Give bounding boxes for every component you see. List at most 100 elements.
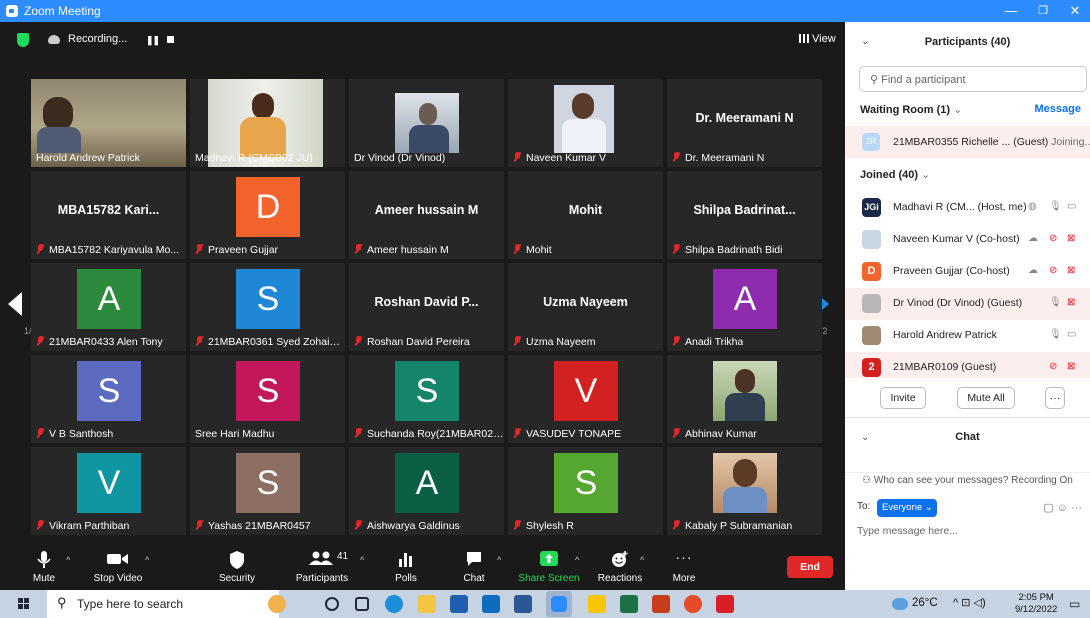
video-tile[interactable]: Mohit Mohit — [508, 171, 663, 259]
chat-message-input[interactable]: Type message here... — [857, 525, 958, 537]
chat-recipient-dropdown[interactable]: Everyone ⌄ — [877, 499, 937, 517]
video-tile[interactable]: MBA15782 Kari... MBA15782 Kariyavula Mo..… — [31, 171, 186, 259]
microphone-icon[interactable]: 🎙 — [1049, 297, 1062, 308]
chat-visibility-notice[interactable]: ⚇ Who can see your messages? Recording O… — [845, 472, 1090, 486]
microphone-icon[interactable]: 🎙 — [1049, 201, 1062, 212]
more-icon[interactable]: ··· — [1071, 502, 1082, 514]
chat-options-caret[interactable]: ^ — [497, 555, 501, 565]
outlook-icon[interactable] — [482, 595, 500, 613]
weather-icon[interactable] — [892, 598, 908, 610]
notification-icon[interactable]: ▭ — [1069, 597, 1080, 611]
participant-row[interactable]: Harold Andrew Patrick 🎙 ▭ — [845, 320, 1090, 352]
video-tile[interactable]: S Shylesh R — [508, 447, 663, 535]
sticky-app-icon[interactable] — [588, 595, 606, 613]
previous-page-arrow[interactable] — [8, 292, 22, 316]
file-explorer-icon[interactable] — [418, 595, 436, 613]
video-tile[interactable]: Dr. Meeramani N Dr. Meeramani N — [667, 79, 822, 167]
share-options-caret[interactable]: ^ — [575, 555, 579, 565]
video-tile[interactable]: S 21MBAR0361 Syed Zohaib ... — [190, 263, 345, 351]
video-tile[interactable]: Harold Andrew Patrick — [31, 79, 186, 167]
pause-recording-button[interactable]: ❚❚ — [146, 35, 160, 46]
windows-start-icon[interactable] — [18, 598, 30, 610]
powerpoint-icon[interactable] — [652, 595, 670, 613]
reactions-button[interactable]: Reactions ^ — [597, 543, 644, 590]
microphone-muted-icon[interactable]: ⊘ — [1049, 361, 1057, 372]
task-view-icon[interactable] — [355, 597, 369, 611]
video-tile[interactable]: Shilpa Badrinat... Shilpa Badrinath Bidi — [667, 171, 822, 259]
more-options-button[interactable]: ··· — [1045, 387, 1065, 409]
taskbar-search-box[interactable]: ⚲ Type here to search — [47, 590, 279, 618]
video-off-icon[interactable]: ⊠ — [1067, 233, 1075, 244]
video-tile[interactable]: Abhinav Kumar — [667, 355, 822, 443]
microphone-icon[interactable]: 🎙 — [1049, 329, 1062, 340]
joined-header[interactable]: Joined (40) ⌄ — [860, 168, 930, 181]
participants-button[interactable]: Participants 41 ^ — [293, 543, 364, 590]
video-options-caret[interactable]: ^ — [145, 555, 149, 565]
participant-search-input[interactable]: ⚲ Find a participant — [859, 66, 1087, 92]
system-clock[interactable]: 2:05 PM 9/12/2022 — [1015, 592, 1057, 616]
polls-button[interactable]: Polls — [392, 543, 420, 590]
video-off-icon[interactable]: ⊠ — [1067, 361, 1075, 372]
participant-row[interactable]: Naveen Kumar V (Co-host) ☁ ⊘ ⊠ — [845, 224, 1090, 256]
view-button[interactable]: View — [799, 33, 836, 45]
participant-row[interactable]: Dr Vinod (Dr Vinod) (Guest) 🎙 ⊠ — [845, 288, 1090, 320]
mute-button[interactable]: Mute ^ — [28, 543, 70, 590]
stop-video-button[interactable]: Stop Video ^ — [90, 543, 149, 590]
video-tile[interactable]: Kabaly P Subramanian — [667, 447, 822, 535]
chrome-icon[interactable] — [684, 595, 702, 613]
security-button[interactable]: Security — [216, 543, 258, 590]
video-tile[interactable]: D Praveen Gujjar — [190, 171, 345, 259]
video-tile[interactable]: Ameer hussain M Ameer hussain M — [349, 171, 504, 259]
stop-recording-button[interactable] — [167, 36, 174, 43]
edge-browser-icon[interactable] — [385, 595, 403, 613]
participant-row[interactable]: JGi Madhavi R (CM... (Host, me) ◍ 🎙 ▭ — [845, 192, 1090, 224]
excel-icon[interactable] — [620, 595, 638, 613]
video-tile[interactable]: Dr Vinod (Dr Vinod) — [349, 79, 504, 167]
restore-button[interactable]: ❐ — [1028, 2, 1058, 20]
file-icon[interactable]: ▢ — [1043, 502, 1053, 514]
microphone-muted-icon[interactable]: ⊘ — [1049, 233, 1057, 244]
emoji-icon[interactable]: ☺ — [1057, 502, 1068, 514]
video-off-icon[interactable]: ⊠ — [1067, 297, 1075, 308]
video-tile[interactable]: A Anadi Trikha — [667, 263, 822, 351]
acrobat-icon[interactable] — [716, 595, 734, 613]
search-highlight-icon[interactable] — [268, 595, 286, 613]
video-tile[interactable]: Uzma Nayeem Uzma Nayeem — [508, 263, 663, 351]
word-icon[interactable] — [514, 595, 532, 613]
minimize-button[interactable]: — — [996, 2, 1026, 20]
waiting-participant-row[interactable]: 2R 21MBAR0355 Richelle ... (Guest) Joini… — [845, 126, 1090, 158]
mute-options-caret[interactable]: ^ — [66, 555, 70, 565]
invite-button[interactable]: Invite — [880, 387, 926, 409]
video-tile[interactable]: S Yashas 21MBAR0457 — [190, 447, 345, 535]
more-button[interactable]: ··· More — [671, 543, 697, 590]
encryption-shield-icon[interactable] — [17, 33, 29, 47]
participants-options-caret[interactable]: ^ — [360, 555, 364, 565]
video-tile[interactable]: V Vikram Parthiban — [31, 447, 186, 535]
video-tile[interactable]: Roshan David P... Roshan David Pereira — [349, 263, 504, 351]
video-tile[interactable]: Madhavi R (CMSB02 JU) — [190, 79, 345, 167]
chat-button[interactable]: Chat ^ — [460, 543, 501, 590]
mute-all-button[interactable]: Mute All — [957, 387, 1015, 409]
microphone-muted-icon[interactable]: ⊘ — [1049, 265, 1057, 276]
weather-temperature[interactable]: 26°C — [912, 597, 938, 609]
video-camera-icon[interactable]: ▭ — [1067, 329, 1076, 340]
end-meeting-button[interactable]: End — [787, 556, 833, 578]
mail-icon[interactable] — [450, 595, 468, 613]
video-camera-icon[interactable]: ▭ — [1067, 201, 1076, 212]
participant-row[interactable]: 2 21MBAR0109 (Guest) ⊘ ⊠ — [845, 352, 1090, 378]
video-tile[interactable]: V VASUDEV TONAPE — [508, 355, 663, 443]
video-tile[interactable]: S Sree Hari Madhu — [190, 355, 345, 443]
video-tile[interactable]: S Suchanda Roy(21MBAR0212) — [349, 355, 504, 443]
waiting-room-header[interactable]: Waiting Room (1) ⌄ — [860, 103, 962, 116]
share-screen-button[interactable]: Share Screen ^ — [518, 543, 580, 590]
video-tile[interactable]: S V B Santhosh — [31, 355, 186, 443]
participant-row[interactable]: D Praveen Gujjar (Co-host) ☁ ⊘ ⊠ — [845, 256, 1090, 288]
video-tile[interactable]: Naveen Kumar V — [508, 79, 663, 167]
video-tile[interactable]: A Aishwarya Galdinus — [349, 447, 504, 535]
cortana-icon[interactable] — [325, 597, 339, 611]
reactions-options-caret[interactable]: ^ — [640, 555, 644, 565]
close-button[interactable]: ✕ — [1060, 2, 1090, 20]
message-waiting-room-link[interactable]: Message — [1035, 103, 1081, 115]
zoom-taskbar-icon[interactable] — [546, 591, 572, 617]
video-tile[interactable]: A 21MBAR0433 Alen Tony — [31, 263, 186, 351]
